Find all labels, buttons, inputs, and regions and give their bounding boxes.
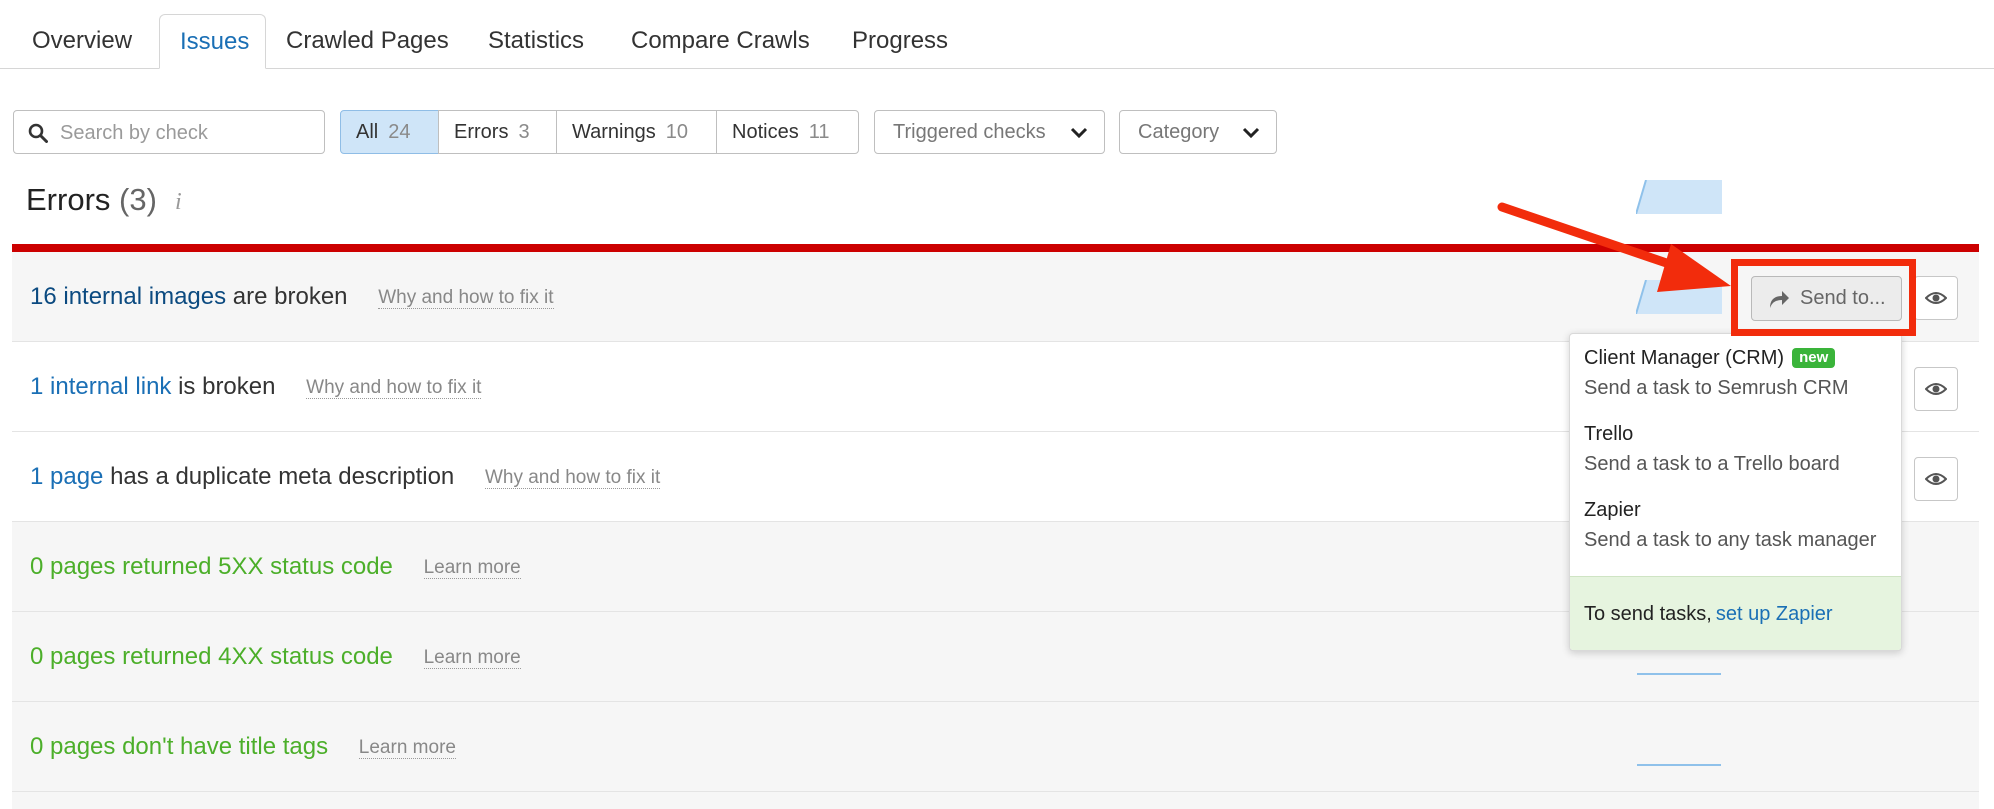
category-dropdown[interactable]: Category bbox=[1119, 110, 1277, 154]
issue-row[interactable]: 0 pages don't have title tags Learn more bbox=[12, 702, 1979, 792]
issue-desc: 0 pages don't have title tags bbox=[30, 733, 329, 760]
issue-link[interactable]: 1 internal link bbox=[30, 373, 171, 400]
menu-item-desc: Send a task to a Trello board bbox=[1584, 453, 1840, 475]
issue-text: 1 internal link is broken Why and how to… bbox=[30, 342, 482, 432]
trend-sparkline bbox=[1636, 180, 1722, 214]
learn-more-link[interactable]: Learn more bbox=[423, 646, 521, 669]
annotation-highlight-box bbox=[1731, 259, 1916, 336]
search-icon bbox=[28, 123, 48, 143]
eye-icon bbox=[1925, 292, 1947, 304]
setup-zapier-link[interactable]: set up Zapier bbox=[1716, 603, 1833, 625]
issue-text: 0 pages don't have title tags Learn more bbox=[30, 702, 456, 792]
errors-title-text: Errors bbox=[26, 182, 111, 217]
dropdown-label: Category bbox=[1138, 121, 1220, 143]
learn-more-link[interactable]: Learn more bbox=[358, 736, 456, 759]
filter-all[interactable]: All 24 bbox=[340, 110, 439, 154]
tab-statistics[interactable]: Statistics bbox=[468, 14, 604, 67]
footer-text: To send tasks, bbox=[1584, 603, 1712, 625]
menu-item-desc: Send a task to any task manager bbox=[1584, 529, 1877, 551]
filter-errors[interactable]: Errors 3 bbox=[438, 110, 557, 154]
issue-desc: has a duplicate meta description bbox=[103, 463, 455, 490]
menu-item-title: Trello bbox=[1584, 423, 1634, 445]
info-icon[interactable]: i bbox=[175, 189, 182, 216]
filter-count: 11 bbox=[808, 121, 830, 143]
filter-label: Errors bbox=[454, 121, 509, 143]
tab-progress[interactable]: Progress bbox=[832, 14, 968, 67]
filter-count: 3 bbox=[518, 121, 530, 143]
menu-footer: To send tasks, set up Zapier bbox=[1570, 576, 1901, 650]
why-fix-link[interactable]: Why and how to fix it bbox=[306, 376, 482, 399]
issue-link[interactable]: 1 page bbox=[30, 463, 103, 490]
dropdown-label: Triggered checks bbox=[893, 121, 1046, 143]
menu-item-title: Zapier bbox=[1584, 499, 1641, 521]
why-fix-link[interactable]: Why and how to fix it bbox=[378, 286, 554, 309]
errors-count: (3) bbox=[119, 182, 157, 217]
chevron-down-icon bbox=[1070, 127, 1088, 139]
menu-item-trello[interactable]: Trello Send a task to a Trello board bbox=[1584, 419, 1840, 479]
issue-desc: 0 pages returned 5XX status code bbox=[30, 553, 393, 580]
issue-text: 16 internal images are broken Why and ho… bbox=[30, 252, 554, 342]
issue-desc: 0 pages returned 4XX status code bbox=[30, 643, 393, 670]
issue-row-partial bbox=[12, 792, 1979, 809]
search-box[interactable] bbox=[13, 110, 325, 154]
tab-issues[interactable]: Issues bbox=[159, 14, 266, 69]
tab-crawled-pages[interactable]: Crawled Pages bbox=[266, 14, 469, 67]
errors-heading: Errors (3) bbox=[26, 182, 157, 218]
filter-label: All bbox=[356, 121, 379, 143]
eye-icon bbox=[1925, 383, 1947, 395]
eye-icon bbox=[1925, 473, 1947, 485]
menu-item-desc: Send a task to Semrush CRM bbox=[1584, 377, 1849, 399]
issue-text: 0 pages returned 4XX status code Learn m… bbox=[30, 612, 521, 702]
issue-desc: is broken bbox=[171, 373, 276, 400]
filter-count: 24 bbox=[388, 121, 411, 143]
send-to-menu: Client Manager (CRM) new Send a task to S… bbox=[1569, 333, 1902, 651]
filter-label: Notices bbox=[732, 121, 799, 143]
filter-notices[interactable]: Notices 11 bbox=[716, 110, 859, 154]
menu-item-crm[interactable]: Client Manager (CRM) new Send a task to S… bbox=[1584, 343, 1849, 403]
issue-link[interactable]: 16 internal images bbox=[30, 283, 226, 310]
trend-sparkline bbox=[1637, 764, 1721, 766]
filter-label: Warnings bbox=[572, 121, 656, 143]
learn-more-link[interactable]: Learn more bbox=[423, 556, 521, 579]
filter-warnings[interactable]: Warnings 10 bbox=[556, 110, 717, 154]
tab-overview[interactable]: Overview bbox=[12, 14, 152, 67]
menu-item-title: Client Manager (CRM) bbox=[1584, 347, 1785, 369]
tab-bar: Overview Issues Crawled Pages Statistics… bbox=[0, 0, 1994, 69]
issue-text: 1 page has a duplicate meta description … bbox=[30, 432, 661, 522]
error-severity-bar bbox=[12, 244, 1979, 252]
trend-sparkline bbox=[1636, 280, 1722, 314]
why-fix-link[interactable]: Why and how to fix it bbox=[484, 466, 661, 489]
trend-sparkline bbox=[1637, 673, 1721, 675]
view-button[interactable] bbox=[1914, 457, 1958, 501]
tab-compare-crawls[interactable]: Compare Crawls bbox=[611, 14, 830, 67]
menu-item-zapier[interactable]: Zapier Send a task to any task manager bbox=[1584, 495, 1876, 555]
new-badge: new bbox=[1792, 348, 1836, 368]
triggered-checks-dropdown[interactable]: Triggered checks bbox=[874, 110, 1105, 154]
chevron-down-icon bbox=[1242, 127, 1260, 139]
search-input[interactable] bbox=[58, 119, 317, 147]
issue-text: 0 pages returned 5XX status code Learn m… bbox=[30, 522, 521, 612]
filter-count: 10 bbox=[665, 121, 688, 143]
view-button[interactable] bbox=[1914, 276, 1958, 320]
issue-desc: are broken bbox=[226, 283, 348, 310]
view-button[interactable] bbox=[1914, 367, 1958, 411]
